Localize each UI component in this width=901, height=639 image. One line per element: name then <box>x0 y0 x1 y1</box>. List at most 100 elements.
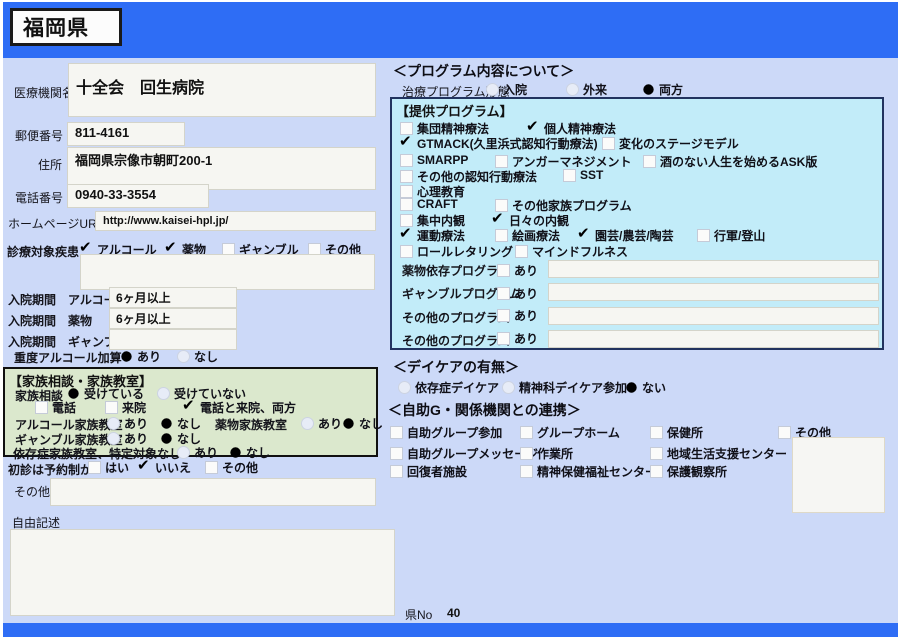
cooperation-heading: ＜自助G・関係機関との連携＞ <box>388 402 581 418</box>
facility-name-field[interactable]: 十全会 回生病院 <box>68 63 376 117</box>
checkbox-program-exercise-therapy[interactable]: 運動療法 <box>399 226 466 244</box>
radio-label: 依存症デイケア <box>415 381 500 395</box>
radio-drug-class-yes[interactable]: あり <box>301 415 342 432</box>
checkbox-label: あり <box>514 309 539 323</box>
checkbox-label: 自助グループメッセージ <box>407 447 539 461</box>
checkbox-program-sst[interactable]: SST <box>563 168 603 182</box>
radio-daycare-addiction[interactable]: 依存症デイケア <box>398 379 499 396</box>
checkbox-gambling-program-ari[interactable]: あり <box>497 285 538 302</box>
first-visit-label: 初診は予約制か <box>8 463 93 477</box>
checkbox-coop-selfhelp-message[interactable]: 自助グループメッセージ <box>390 445 538 462</box>
radio-label: なし <box>359 417 384 431</box>
checkbox-program-mindfulness[interactable]: マインドフルネス <box>515 243 628 260</box>
checkbox-coop-probation-office[interactable]: 保護観察所 <box>650 463 727 480</box>
other-program1-field[interactable] <box>548 307 879 325</box>
checkbox-other-program1-ari[interactable]: あり <box>497 307 538 324</box>
checkbox-label: CRAFT <box>417 197 458 211</box>
free-text-field[interactable] <box>10 529 395 616</box>
checkbox-other-program2-ari[interactable]: あり <box>497 330 538 347</box>
admission-alcohol-field[interactable]: 6ヶ月以上 <box>109 287 237 308</box>
postal-field[interactable]: 811-4161 <box>67 122 185 146</box>
other-field[interactable] <box>50 478 376 506</box>
radio-icon <box>343 418 354 429</box>
checkbox-coop-healthcenter[interactable]: 保健所 <box>650 424 703 441</box>
checkbox-icon <box>520 447 533 460</box>
daycare-heading: ＜デイケアの有無＞ <box>393 359 519 375</box>
url-field[interactable]: http://www.kaisei-hpl.jp/ <box>95 211 376 231</box>
checkbox-icon <box>88 461 101 474</box>
checkbox-method-visit[interactable]: 来院 <box>105 399 146 416</box>
checkbox-coop-mental-welfare-center[interactable]: 精神保健福祉センター <box>520 463 657 480</box>
checkbox-icon <box>399 226 413 242</box>
checkbox-drug-program-ari[interactable]: あり <box>497 262 538 279</box>
checkbox-label: 酒のない人生を始めるASK版 <box>660 155 818 169</box>
checkbox-program-gardening[interactable]: 園芸/農芸/陶芸 <box>577 226 674 244</box>
program-box-title: 【提供プログラム】 <box>396 104 513 119</box>
radio-daycare-none[interactable]: ない <box>625 379 666 396</box>
other-program1-label: その他のプログラム <box>402 311 510 325</box>
checkbox-icon <box>182 398 196 414</box>
radio-icon <box>161 433 172 444</box>
checkbox-coop-community-support[interactable]: 地域生活支援センター <box>650 445 787 462</box>
family-class-drug-label: 薬物家族教室 <box>215 418 288 432</box>
checkbox-coop-workshop[interactable]: 作業所 <box>520 445 573 462</box>
radio-form-outpatient[interactable]: 外来 <box>566 81 607 98</box>
checkbox-label: 運動療法 <box>417 229 466 243</box>
checkbox-method-both[interactable]: 電話と来院、両方 <box>182 398 297 416</box>
checkbox-program-hiking[interactable]: 行軍/登山 <box>697 227 765 244</box>
other-label: その他 <box>14 485 51 499</box>
checkbox-program-art-therapy[interactable]: 絵画療法 <box>495 227 560 244</box>
phone-field[interactable]: 0940-33-3554 <box>67 184 209 208</box>
radio-severe-yes[interactable]: あり <box>120 348 161 365</box>
checkbox-icon <box>105 401 118 414</box>
checkbox-program-stage-model[interactable]: 変化のステージモデル <box>602 135 739 152</box>
checkbox-icon <box>602 137 615 150</box>
checkbox-icon <box>650 426 663 439</box>
checkbox-label: 精神保健福祉センター <box>537 465 658 479</box>
radio-form-both[interactable]: 両方 <box>642 81 683 98</box>
radio-form-inpatient[interactable]: 入院 <box>486 81 527 98</box>
checkbox-label: グループホーム <box>537 426 620 440</box>
checkbox-program-smarpp[interactable]: SMARPP <box>400 153 468 167</box>
checkbox-coop-grouphome[interactable]: グループホーム <box>520 424 620 441</box>
checkbox-label: 保護観察所 <box>667 465 728 479</box>
checkbox-label: はい <box>105 461 130 475</box>
checkbox-method-phone[interactable]: 電話 <box>35 399 76 416</box>
radio-daycare-psychiatric[interactable]: 精神科デイケア参加 <box>502 379 627 396</box>
checkbox-icon <box>650 465 663 478</box>
radio-drug-class-no[interactable]: なし <box>342 415 383 432</box>
checkbox-program-gtmack[interactable]: GTMACK(久里浜式認知行動療法) <box>399 134 598 152</box>
gambling-program-field[interactable] <box>548 283 879 301</box>
drug-program-field[interactable] <box>548 260 879 278</box>
checkbox-icon <box>778 426 791 439</box>
checkbox-program-role-lettering[interactable]: ロールレタリング <box>400 243 513 260</box>
radio-icon <box>121 351 132 362</box>
admission-drug-field[interactable]: 6ヶ月以上 <box>109 308 237 329</box>
checkbox-coop-recovery-facility[interactable]: 回復者施設 <box>390 463 467 480</box>
admission-alcohol-value: 6ヶ月以上 <box>116 291 171 305</box>
diseases-note-field[interactable] <box>80 254 375 290</box>
checkbox-firstvisit-other[interactable]: その他 <box>205 459 258 476</box>
checkbox-coop-selfhelp-join[interactable]: 自助グループ参加 <box>390 424 502 441</box>
radio-label: 入院 <box>503 83 528 97</box>
other-program2-field[interactable] <box>548 330 879 348</box>
checkbox-label: 電話と来院、両方 <box>200 401 297 415</box>
checkbox-icon <box>643 155 656 168</box>
radio-severe-no[interactable]: なし <box>177 348 218 365</box>
radio-icon <box>68 388 79 399</box>
checkbox-label: 変化のステージモデル <box>619 137 739 151</box>
top-banner <box>3 2 898 58</box>
checkbox-firstvisit-yes[interactable]: はい <box>88 459 129 476</box>
address-label: 住所 <box>38 158 63 172</box>
admission-gambling-field[interactable] <box>109 329 237 350</box>
cooperation-other-field[interactable] <box>792 437 885 513</box>
radio-icon <box>502 381 515 394</box>
checkbox-icon <box>400 245 413 258</box>
checkbox-icon <box>400 170 413 183</box>
radio-icon <box>566 83 579 96</box>
checkbox-firstvisit-no[interactable]: いいえ <box>137 458 191 476</box>
pref-no-value: 40 <box>447 606 461 620</box>
checkbox-program-ask-version[interactable]: 酒のない人生を始めるASK版 <box>643 153 817 170</box>
checkbox-label: あり <box>514 287 539 301</box>
checkbox-program-craft[interactable]: CRAFT <box>400 197 458 211</box>
